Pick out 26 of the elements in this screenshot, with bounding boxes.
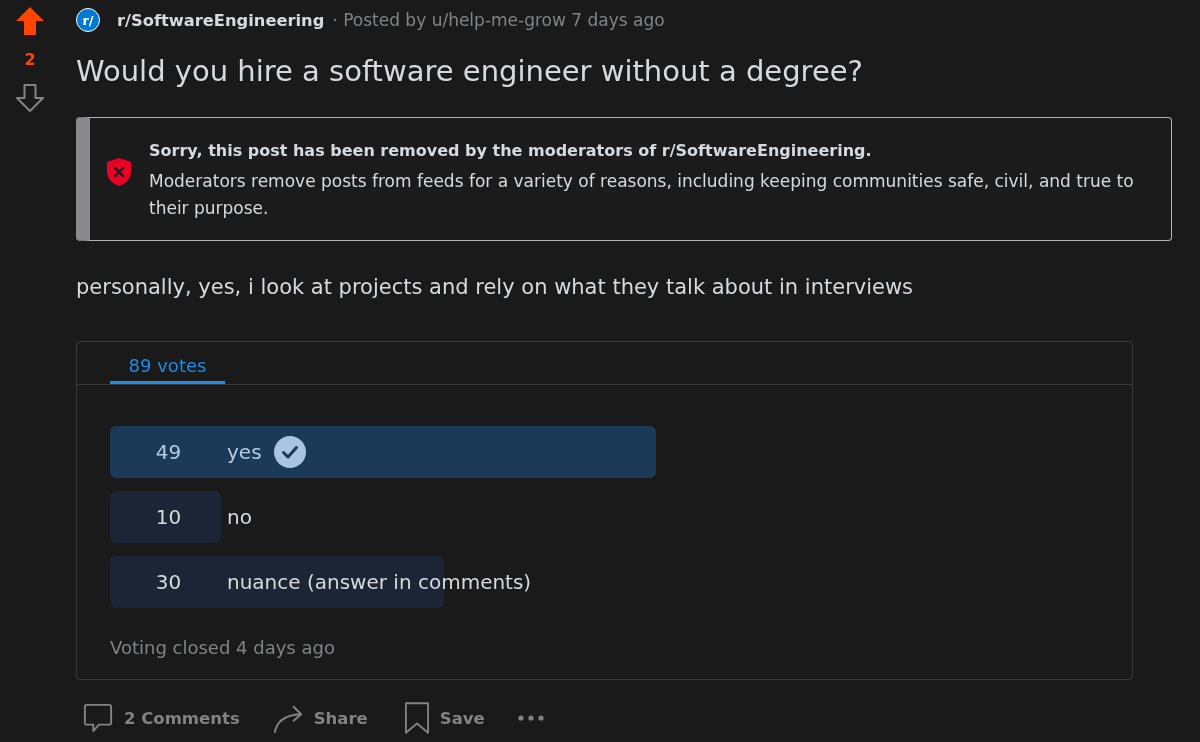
vote-score: 2 xyxy=(24,50,36,70)
poll-status: Voting closed 4 days ago xyxy=(110,637,335,659)
post-meta: · Posted by u/help-me-grow 7 days ago xyxy=(332,10,665,30)
save-button[interactable]: Save xyxy=(397,696,492,740)
up-arrow-icon[interactable] xyxy=(14,5,46,37)
more-dots-icon xyxy=(517,715,544,721)
post-body: personally, yes, i look at projects and rely on what they talk about in interviews xyxy=(76,274,915,301)
option-label: nuance (answer in comments) xyxy=(227,570,532,594)
notice-heading: Sorry, this post has been removed by the moderators of r/SoftwareEngineering. xyxy=(149,139,873,162)
subreddit-link[interactable]: r/SoftwareEngineering xyxy=(117,10,325,30)
down-arrow-icon[interactable] xyxy=(14,82,46,114)
votes-tab[interactable]: 89 votes xyxy=(110,342,225,384)
comments-button[interactable]: 2 Comments xyxy=(76,697,247,739)
speech-bubble-icon xyxy=(83,703,113,733)
share-button[interactable]: Share xyxy=(265,697,375,739)
post-title: Would you hire a software engineer without a degree? xyxy=(76,53,864,90)
subreddit-avatar[interactable]: r/ xyxy=(76,8,100,32)
option-label: no xyxy=(227,505,252,529)
notice-message: Moderators remove posts from feeds for a variety of reasons, including keeping communities safe, civil, and true to their purpose. xyxy=(149,169,1134,220)
option-vote-count: 49 xyxy=(154,440,183,464)
curved-arrow-icon xyxy=(272,703,303,733)
option-vote-count: 10 xyxy=(154,505,183,529)
bookmark-icon xyxy=(404,702,429,734)
option-label: yes xyxy=(227,440,262,464)
shield-x-icon xyxy=(106,156,132,187)
option-vote-count: 30 xyxy=(154,570,183,594)
